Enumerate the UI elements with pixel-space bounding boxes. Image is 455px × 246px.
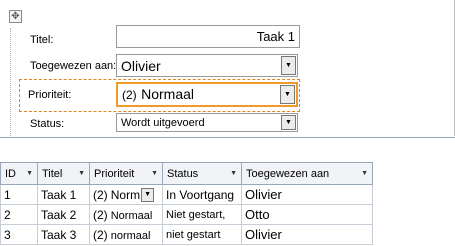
- chevron-down-icon[interactable]: ▼: [281, 56, 296, 75]
- title-label: Titel:: [30, 34, 54, 46]
- cell-status[interactable]: niet gestart: [162, 224, 242, 245]
- task-form: ✥ Titel: Taak 1 Toegewezen aan: Olivier …: [0, 0, 455, 136]
- chevron-down-icon[interactable]: ▼: [151, 170, 158, 177]
- assigned-dropdown[interactable]: Olivier ▼: [116, 54, 298, 77]
- column-header-assigned[interactable]: Toegewezen aan ▼: [241, 162, 373, 185]
- priority-label: Prioriteit:: [28, 89, 72, 101]
- title-field[interactable]: Taak 1: [116, 25, 300, 48]
- chevron-down-icon[interactable]: ▼: [230, 170, 237, 177]
- chevron-down-icon[interactable]: ▼: [361, 170, 368, 177]
- status-label: Status:: [30, 118, 65, 130]
- assigned-label: Toegewezen aan:: [30, 60, 117, 72]
- chevron-down-icon[interactable]: ▼: [281, 115, 296, 130]
- cell-priority[interactable]: (2) Norm ▼: [89, 184, 163, 205]
- chevron-down-icon[interactable]: ▼: [26, 170, 33, 177]
- task-table: ID ▼ Titel ▼ Prioriteit ▼ Status ▼ Toegeweze…: [0, 162, 373, 245]
- table-row[interactable]: 2 Taak 2 (2) Normaal Niet gestart, Otto: [0, 204, 373, 225]
- task-grid: ID ▼ Titel ▼ Prioriteit ▼ Status ▼ Toegeweze…: [0, 137, 455, 246]
- table-row[interactable]: 1 Taak 1 (2) Norm ▼ In Voortgang Olivier: [0, 184, 373, 205]
- status-dropdown[interactable]: Wordt uitgevoerd ▼: [116, 113, 298, 132]
- status-value: Wordt uitgevoerd: [121, 116, 205, 129]
- cell-priority[interactable]: (2) normaal: [89, 224, 163, 245]
- cell-assigned[interactable]: Otto: [241, 204, 373, 225]
- priority-cell-dropdown[interactable]: (2) Norm ▼: [93, 187, 155, 202]
- priority-dropdown[interactable]: (2) Normaal ▼: [116, 82, 298, 107]
- cell-id: 1: [0, 184, 38, 205]
- cell-status[interactable]: Niet gestart,: [162, 204, 242, 225]
- column-header-title[interactable]: Titel ▼: [37, 162, 90, 185]
- form-guide-line: [10, 28, 11, 136]
- cell-assigned[interactable]: Olivier: [241, 184, 373, 205]
- chevron-down-icon[interactable]: ▼: [141, 187, 155, 202]
- cell-assigned[interactable]: Olivier: [241, 224, 373, 245]
- cell-title[interactable]: Taak 3: [37, 224, 90, 245]
- chevron-down-icon[interactable]: ▼: [78, 170, 85, 177]
- cell-title[interactable]: Taak 1: [37, 184, 90, 205]
- table-row[interactable]: 3 Taak 3 (2) normaal niet gestart Olivie…: [0, 224, 373, 245]
- cell-priority[interactable]: (2) Normaal: [89, 204, 163, 225]
- cell-id: 3: [0, 224, 38, 245]
- chevron-down-icon[interactable]: ▼: [280, 85, 295, 104]
- move-handle-icon[interactable]: ✥: [9, 10, 22, 23]
- cell-id: 2: [0, 204, 38, 225]
- cell-status[interactable]: In Voortgang: [162, 184, 242, 205]
- cell-title[interactable]: Taak 2: [37, 204, 90, 225]
- assigned-value: Olivier: [121, 57, 161, 74]
- priority-value: (2) Normaal: [122, 85, 195, 102]
- column-header-priority[interactable]: Prioriteit ▼: [89, 162, 163, 185]
- table-header-row: ID ▼ Titel ▼ Prioriteit ▼ Status ▼ Toegeweze…: [0, 162, 373, 185]
- column-header-status[interactable]: Status ▼: [162, 162, 242, 185]
- title-value: Taak 1: [256, 29, 295, 44]
- column-header-id[interactable]: ID ▼: [0, 162, 38, 185]
